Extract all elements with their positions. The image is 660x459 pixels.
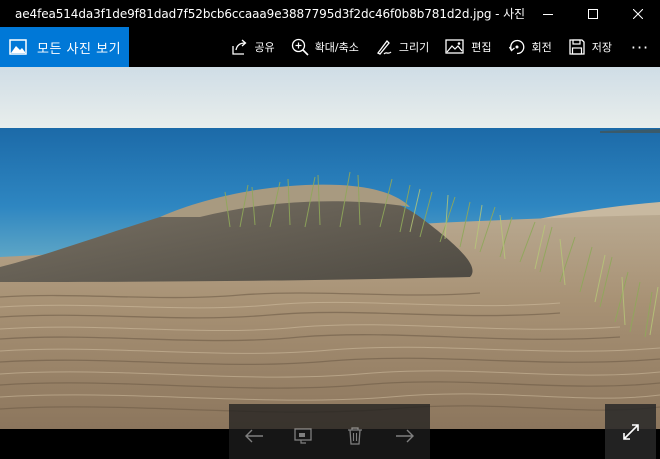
zoom-icon (291, 38, 309, 56)
slideshow-icon (294, 428, 313, 444)
window-controls (525, 0, 660, 27)
beach-dune-photo (0, 67, 660, 429)
draw-label: 그리기 (398, 41, 430, 54)
save-button[interactable]: 저장 (560, 27, 620, 67)
rotate-icon (508, 39, 524, 55)
navigation-panel (229, 404, 430, 459)
share-button[interactable]: 공유 (222, 27, 282, 67)
slideshow-button[interactable] (291, 423, 317, 449)
title-bar: ae4fea514da3f1de9f81dad7f52bcb6ccaaa9e38… (0, 0, 660, 27)
zoom-button[interactable]: 확대/축소 (283, 27, 367, 67)
edit-icon (445, 39, 464, 54)
fullscreen-button[interactable] (605, 404, 656, 459)
edit-label: 편집 (471, 41, 492, 54)
rotate-label: 회전 (531, 41, 552, 54)
toolbar-actions: 공유 확대/축소 그리기 편집 회전 저장 ··· (222, 27, 660, 67)
maximize-button[interactable] (570, 0, 615, 27)
minimize-icon (542, 13, 553, 15)
draw-button[interactable]: 그리기 (367, 27, 437, 67)
minimize-button[interactable] (525, 0, 570, 27)
more-icon: ··· (630, 37, 650, 57)
close-button[interactable] (615, 0, 660, 27)
photo-viewer[interactable] (0, 67, 660, 429)
trash-icon (347, 427, 362, 445)
edit-button[interactable]: 편집 (437, 27, 499, 67)
all-photos-label: 모든 사진 보기 (37, 41, 122, 57)
zoom-label: 확대/축소 (314, 41, 359, 54)
window-title: ae4fea514da3f1de9f81dad7f52bcb6ccaaa9e38… (15, 7, 525, 21)
share-icon (232, 39, 247, 55)
arrow-left-icon (245, 429, 264, 443)
save-icon (569, 39, 585, 55)
toolbar: 모든 사진 보기 공유 확대/축소 그리기 편집 회전 저장 ··· (0, 27, 660, 67)
rotate-button[interactable]: 회전 (500, 27, 560, 67)
arrow-right-icon (395, 429, 414, 443)
more-button[interactable]: ··· (620, 27, 660, 67)
share-label: 공유 (254, 41, 275, 54)
close-icon (632, 8, 643, 19)
draw-icon (376, 40, 392, 55)
previous-button[interactable] (241, 423, 267, 449)
save-label: 저장 (591, 41, 612, 54)
next-button[interactable] (392, 423, 418, 449)
expand-icon (622, 423, 639, 440)
photo-icon (9, 39, 27, 55)
maximize-icon (587, 8, 598, 19)
delete-button[interactable] (342, 423, 368, 449)
all-photos-button[interactable]: 모든 사진 보기 (0, 27, 129, 67)
